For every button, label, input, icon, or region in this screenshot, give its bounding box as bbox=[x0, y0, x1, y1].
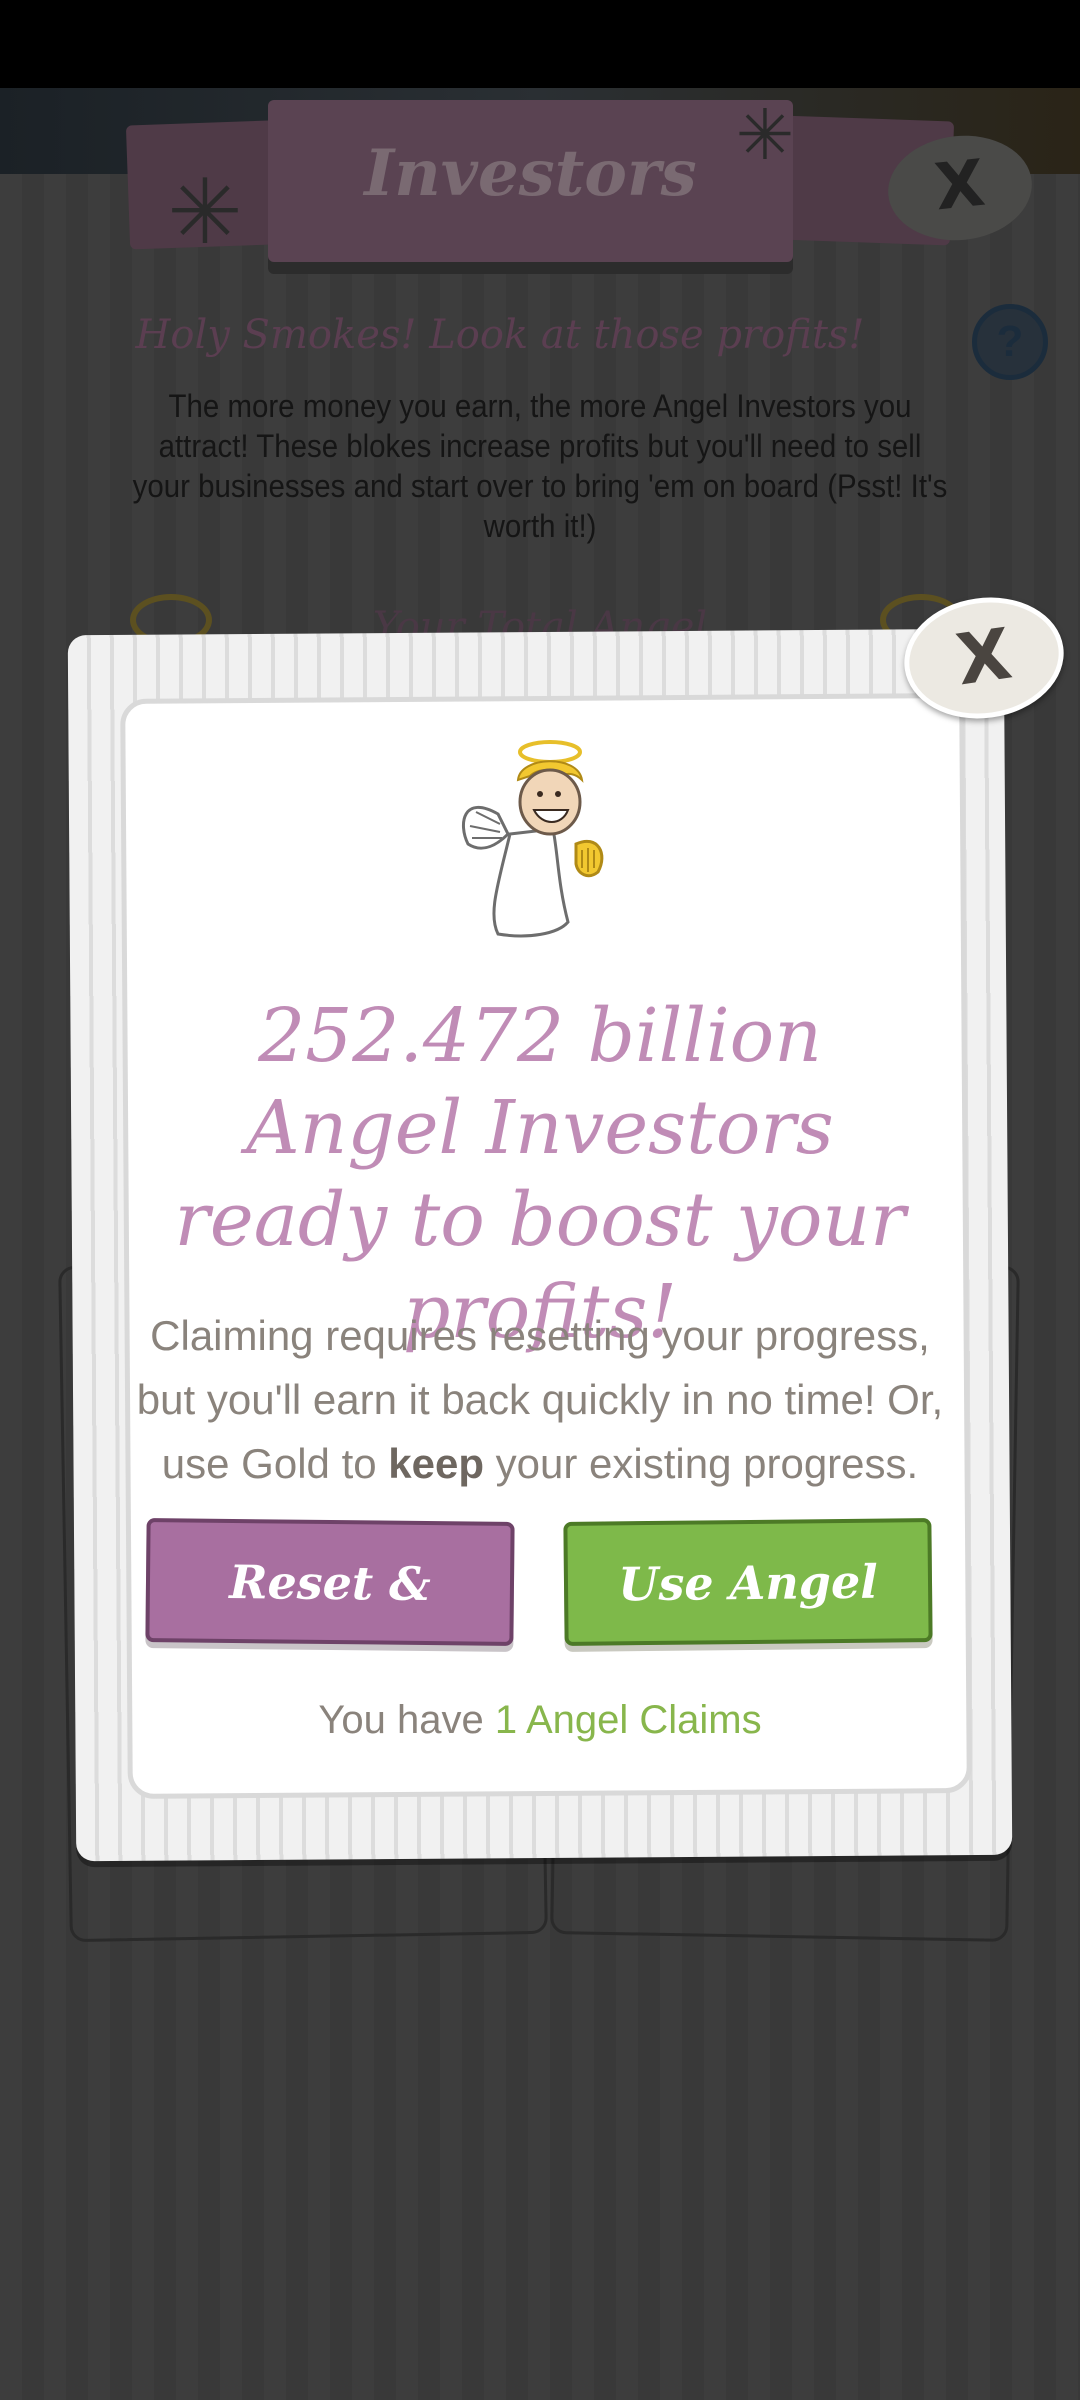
claim-description-end: your existing progress. bbox=[484, 1440, 919, 1487]
title-banner: Investors bbox=[268, 100, 793, 262]
claim-description-keep: keep bbox=[388, 1440, 484, 1487]
angel-investor-mascot-icon bbox=[461, 740, 604, 938]
background-description: The more money you earn, the more Angel … bbox=[132, 388, 948, 544]
claim-description: Claiming requires resetting your progres… bbox=[130, 1304, 950, 1496]
reset-and-claim-button[interactable]: Reset & Claim bbox=[145, 1518, 515, 1729]
angel-claims-value: 1 Angel Claims bbox=[494, 1698, 762, 1742]
game-screen: Investors ✳ ✳ X Holy Smokes! Look at tho… bbox=[0, 0, 1080, 2400]
starburst-decoration-icon: ✳ bbox=[735, 96, 795, 174]
starburst-decoration-icon: ✳ bbox=[167, 163, 243, 263]
use-angel-claim-button[interactable]: Use Angel Claim bbox=[563, 1518, 933, 1729]
background-headline: Holy Smokes! Look at those profits! bbox=[135, 312, 865, 358]
status-bar bbox=[0, 0, 1080, 88]
claim-headline: 252.472 billion Angel Investors ready to… bbox=[174, 993, 906, 1355]
question-mark-icon: ? bbox=[972, 304, 1048, 380]
angel-claims-count: You have 1 Angel Claims bbox=[140, 1698, 940, 1743]
page-title: Investors bbox=[364, 136, 697, 211]
angel-claims-prefix: You have bbox=[318, 1698, 495, 1742]
